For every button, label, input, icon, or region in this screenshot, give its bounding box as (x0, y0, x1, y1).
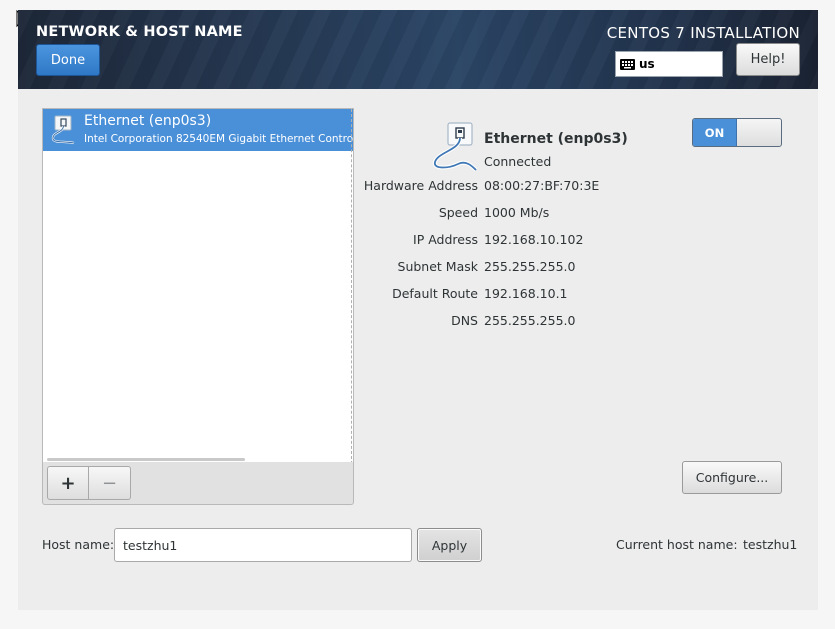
property-value: 255.255.255.0 (484, 259, 576, 274)
property-row-hardware-address: Hardware Address 08:00:27:BF:70:3E (348, 178, 768, 198)
keyboard-layout-label: us (639, 57, 655, 71)
property-row-default-route: Default Route 192.168.10.1 (348, 286, 768, 306)
network-hostname-spoke: NETWORK & HOST NAME Done CENTOS 7 INSTAL… (18, 10, 818, 610)
spoke-header: NETWORK & HOST NAME Done CENTOS 7 INSTAL… (18, 10, 818, 89)
property-label: DNS (451, 313, 478, 328)
device-item-enp0s3[interactable]: Ethernet (enp0s3) Intel Corporation 8254… (43, 109, 354, 151)
host-name-input[interactable] (114, 528, 412, 562)
property-row-speed: Speed 1000 Mb/s (348, 205, 768, 225)
add-device-button[interactable]: + (47, 466, 89, 500)
header-background-pattern (18, 10, 818, 89)
property-value: 08:00:27:BF:70:3E (484, 178, 600, 193)
property-label: IP Address (413, 232, 478, 247)
host-name-label: Host name: (42, 537, 115, 552)
keyboard-layout-indicator[interactable]: us (615, 51, 723, 77)
switch-on-label: ON (693, 119, 737, 146)
property-value: 192.168.10.102 (484, 232, 584, 247)
product-title: CENTOS 7 INSTALLATION (606, 24, 800, 42)
property-value: 1000 Mb/s (484, 205, 550, 220)
keyboard-icon (620, 58, 635, 70)
ethernet-large-icon (432, 122, 478, 172)
property-value: 255.255.255.0 (484, 313, 576, 328)
connection-status: Connected (484, 154, 552, 169)
done-button[interactable]: Done (36, 44, 100, 76)
property-label: Default Route (392, 286, 478, 301)
remove-device-button[interactable]: − (89, 466, 131, 500)
help-button[interactable]: Help! (736, 43, 800, 76)
device-on-off-switch[interactable]: ON (692, 118, 782, 147)
device-description: Intel Corporation 82540EM Gigabit Ethern… (84, 133, 354, 145)
ethernet-icon (51, 115, 75, 145)
device-list: Ethernet (enp0s3) Intel Corporation 8254… (42, 108, 354, 463)
property-row-ip-address: IP Address 192.168.10.102 (348, 232, 768, 252)
current-host-name-value: testzhu1 (743, 537, 798, 552)
device-name: Ethernet (enp0s3) (84, 113, 212, 129)
device-detail-name: Ethernet (enp0s3) (484, 131, 628, 147)
property-row-subnet-mask: Subnet Mask 255.255.255.0 (348, 259, 768, 279)
horizontal-scrollbar[interactable] (47, 458, 245, 461)
page-title: NETWORK & HOST NAME (36, 24, 243, 40)
property-row-dns: DNS 255.255.255.0 (348, 313, 768, 333)
current-host-name-label: Current host name: (616, 537, 738, 552)
property-label: Speed (438, 205, 478, 220)
property-label: Hardware Address (363, 178, 478, 193)
apply-button[interactable]: Apply (417, 528, 482, 562)
configure-button[interactable]: Configure... (682, 461, 782, 494)
device-list-panel: Ethernet (enp0s3) Intel Corporation 8254… (42, 108, 354, 505)
property-value: 192.168.10.1 (484, 286, 568, 301)
property-label: Subnet Mask (397, 259, 478, 274)
device-list-toolbar: + − (42, 462, 354, 505)
